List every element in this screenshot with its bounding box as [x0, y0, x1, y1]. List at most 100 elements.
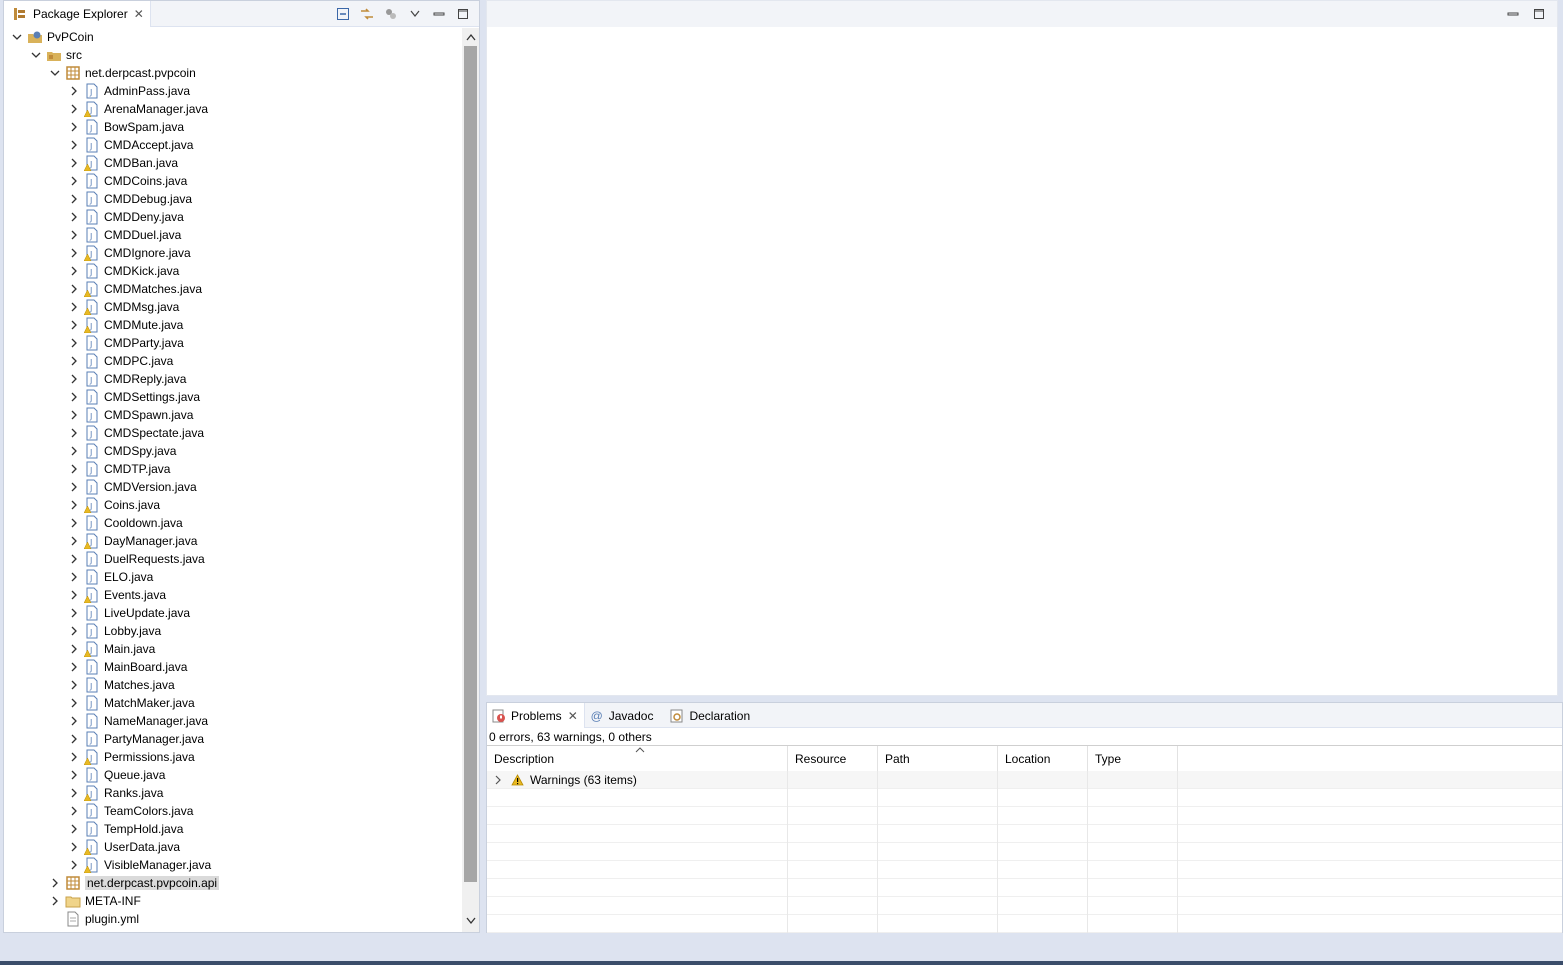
tree-item-java-file[interactable]: J Cooldown.java	[67, 514, 183, 532]
tree-item-java-file[interactable]: J DuelRequests.java	[67, 550, 205, 568]
chevron-right-icon[interactable]	[48, 892, 62, 910]
chevron-down-icon[interactable]	[48, 64, 62, 82]
tree-item-java-file[interactable]: J VisibleManager.java	[67, 856, 211, 874]
chevron-right-icon[interactable]	[67, 82, 81, 100]
chevron-right-icon[interactable]	[67, 802, 81, 820]
chevron-right-icon[interactable]	[67, 784, 81, 802]
minimize-icon[interactable]	[431, 6, 447, 22]
chevron-right-icon[interactable]	[67, 370, 81, 388]
tree-item-java-file[interactable]: J CMDKick.java	[67, 262, 179, 280]
chevron-right-icon[interactable]	[67, 496, 81, 514]
tree-item-java-file[interactable]: J Matches.java	[67, 676, 175, 694]
tree-item-java-file[interactable]: J TempHold.java	[67, 820, 183, 838]
tree-item-java-file[interactable]: J CMDTP.java	[67, 460, 170, 478]
vertical-scrollbar[interactable]	[462, 28, 479, 932]
tree-item-api-package[interactable]: net.derpcast.pvpcoin.api	[48, 874, 220, 892]
tree-item-java-file[interactable]: J CMDMatches.java	[67, 280, 202, 298]
tree-item-java-file[interactable]: J Coins.java	[67, 496, 160, 514]
tree-item-project[interactable]: PvPCoin	[10, 28, 94, 46]
chevron-right-icon[interactable]	[67, 226, 81, 244]
chevron-right-icon[interactable]	[67, 334, 81, 352]
tree-item-java-file[interactable]: J CMDMute.java	[67, 316, 183, 334]
tree-item-java-file[interactable]: J ArenaManager.java	[67, 100, 208, 118]
chevron-right-icon[interactable]	[67, 532, 81, 550]
collapse-all-icon[interactable]	[335, 6, 351, 22]
tree-item-java-file[interactable]: J AdminPass.java	[67, 82, 190, 100]
chevron-right-icon[interactable]	[67, 586, 81, 604]
tree-item-java-file[interactable]: J UserData.java	[67, 838, 180, 856]
chevron-right-icon[interactable]	[67, 694, 81, 712]
column-type[interactable]: Type	[1088, 746, 1178, 772]
chevron-right-icon[interactable]	[67, 388, 81, 406]
chevron-right-icon[interactable]	[67, 460, 81, 478]
tree-item-java-file[interactable]: J CMDReply.java	[67, 370, 186, 388]
chevron-right-icon[interactable]	[67, 352, 81, 370]
tree-item-java-file[interactable]: J Queue.java	[67, 766, 165, 784]
tree-item-java-file[interactable]: J CMDSpectate.java	[67, 424, 204, 442]
tab-declaration[interactable]: Declaration	[665, 703, 762, 728]
tree-item-java-file[interactable]: J CMDMsg.java	[67, 298, 179, 316]
chevron-right-icon[interactable]	[67, 100, 81, 118]
tree-item-java-file[interactable]: J CMDAccept.java	[67, 136, 193, 154]
chevron-right-icon[interactable]	[67, 856, 81, 874]
tree-item-package[interactable]: net.derpcast.pvpcoin	[48, 64, 196, 82]
chevron-right-icon[interactable]	[67, 730, 81, 748]
tree-item-java-file[interactable]: J LiveUpdate.java	[67, 604, 190, 622]
tree-item-java-file[interactable]: J CMDSpy.java	[67, 442, 176, 460]
tree-item-java-file[interactable]: J Lobby.java	[67, 622, 161, 640]
chevron-right-icon[interactable]	[67, 442, 81, 460]
chevron-right-icon[interactable]	[67, 658, 81, 676]
chevron-right-icon[interactable]	[67, 676, 81, 694]
tree-item-java-file[interactable]: J TeamColors.java	[67, 802, 193, 820]
chevron-right-icon[interactable]	[67, 820, 81, 838]
chevron-down-icon[interactable]	[10, 28, 24, 46]
chevron-right-icon[interactable]	[48, 874, 62, 892]
tree-item-java-file[interactable]: J Events.java	[67, 586, 166, 604]
tree-item-meta-inf[interactable]: META-INF	[48, 892, 141, 910]
scrollbar-thumb[interactable]	[464, 46, 477, 882]
column-resource[interactable]: Resource	[788, 746, 878, 772]
chevron-right-icon[interactable]	[67, 406, 81, 424]
tree-item-plugin-yml[interactable]: plugin.yml	[65, 910, 139, 928]
tree-item-java-file[interactable]: J CMDCoins.java	[67, 172, 187, 190]
tree-item-java-file[interactable]: J CMDDebug.java	[67, 190, 192, 208]
tree-item-java-file[interactable]: J CMDDeny.java	[67, 208, 184, 226]
minimize-icon[interactable]	[1505, 6, 1521, 22]
tree-item-java-file[interactable]: J CMDIgnore.java	[67, 244, 191, 262]
chevron-right-icon[interactable]	[67, 748, 81, 766]
column-path[interactable]: Path	[878, 746, 998, 772]
tree-item-java-file[interactable]: J MainBoard.java	[67, 658, 187, 676]
tree-item-java-file[interactable]: J NameManager.java	[67, 712, 208, 730]
tree-item-java-file[interactable]: J CMDPC.java	[67, 352, 173, 370]
chevron-right-icon[interactable]	[67, 766, 81, 784]
tree-item-java-file[interactable]: J BowSpam.java	[67, 118, 184, 136]
chevron-right-icon[interactable]	[67, 262, 81, 280]
chevron-right-icon[interactable]	[67, 622, 81, 640]
chevron-down-icon[interactable]	[29, 46, 43, 64]
tree-item-java-file[interactable]: J Permissions.java	[67, 748, 195, 766]
chevron-right-icon[interactable]	[67, 190, 81, 208]
chevron-right-icon[interactable]	[67, 604, 81, 622]
chevron-right-icon[interactable]	[67, 478, 81, 496]
chevron-right-icon[interactable]	[67, 280, 81, 298]
tree-item-java-file[interactable]: J PartyManager.java	[67, 730, 204, 748]
tab-javadoc[interactable]: @ Javadoc	[585, 703, 666, 728]
tree-item-java-file[interactable]: J Ranks.java	[67, 784, 163, 802]
chevron-right-icon[interactable]	[67, 298, 81, 316]
maximize-icon[interactable]	[1531, 6, 1547, 22]
tree-item-java-file[interactable]: J Main.java	[67, 640, 155, 658]
scroll-up-icon[interactable]	[464, 30, 477, 44]
close-icon[interactable]: ✕	[134, 7, 144, 21]
column-location[interactable]: Location	[998, 746, 1088, 772]
tree-item-java-file[interactable]: J CMDSettings.java	[67, 388, 200, 406]
tree-item-java-file[interactable]: J ELO.java	[67, 568, 153, 586]
chevron-right-icon[interactable]	[67, 244, 81, 262]
chevron-right-icon[interactable]	[67, 172, 81, 190]
chevron-right-icon[interactable]	[493, 775, 507, 785]
maximize-icon[interactable]	[455, 6, 471, 22]
chevron-right-icon[interactable]	[67, 118, 81, 136]
filters-icon[interactable]	[383, 6, 399, 22]
tree-item-java-file[interactable]: J CMDBan.java	[67, 154, 178, 172]
scroll-down-icon[interactable]	[464, 914, 477, 928]
view-menu-icon[interactable]	[407, 6, 423, 22]
